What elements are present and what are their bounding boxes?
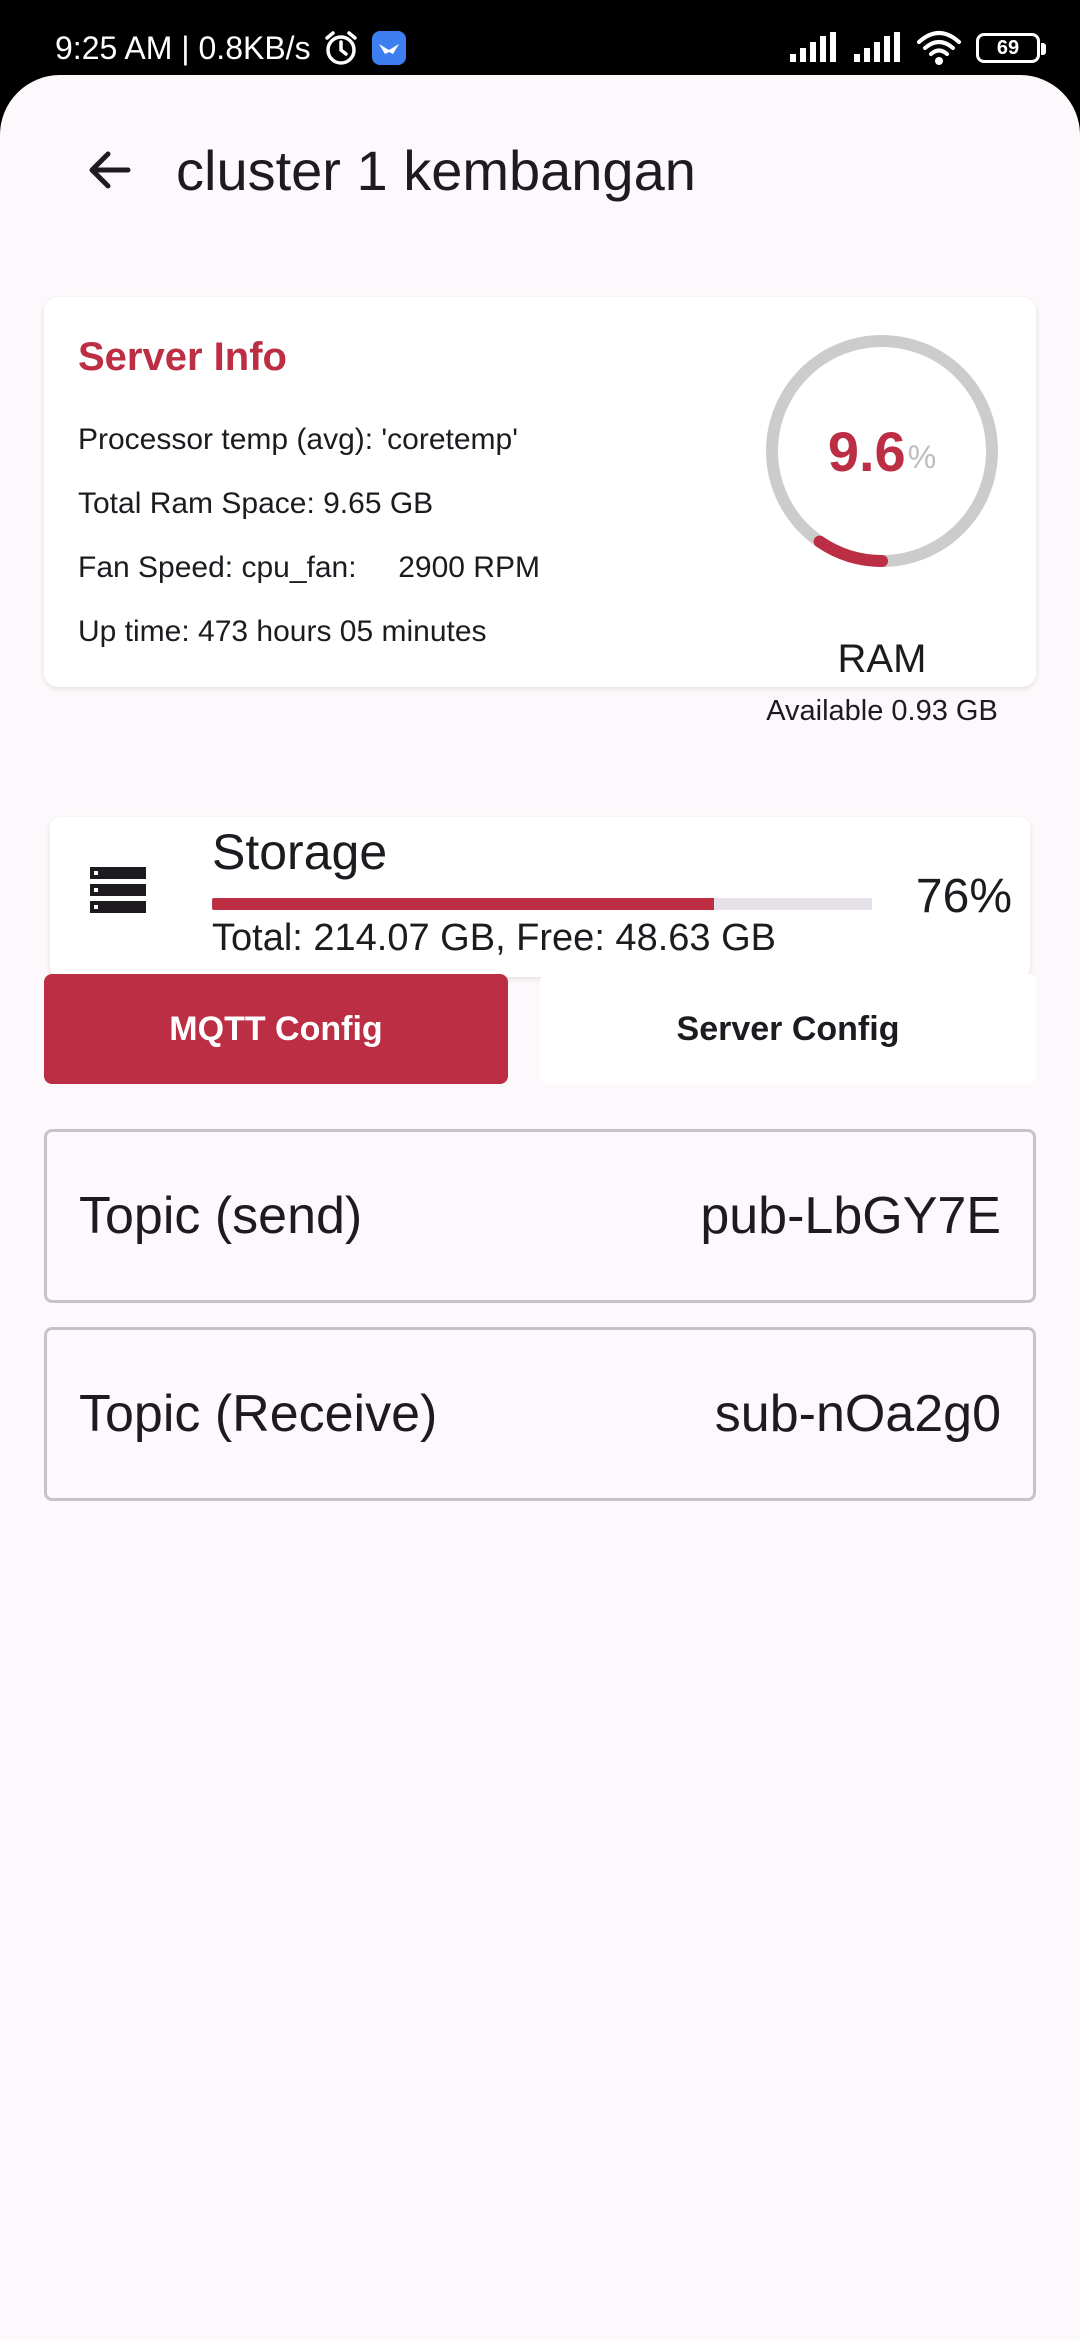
tab-mqtt-config[interactable]: MQTT Config xyxy=(44,974,508,1084)
server-info-title: Server Info xyxy=(78,335,287,379)
server-info-card: Server Info Processor temp (avg): 'coret… xyxy=(44,297,1036,727)
storage-detail: Total: 214.07 GB, Free: 48.63 GB xyxy=(212,917,776,959)
signal-icon xyxy=(790,32,836,62)
storage-title: Storage xyxy=(212,824,388,880)
page-title: cluster 1 kembangan xyxy=(176,139,696,202)
uptime-line: Up time: 473 hours 05 minutes xyxy=(78,615,487,648)
battery-icon: 69 xyxy=(976,33,1046,63)
tab-server-config[interactable]: Server Config xyxy=(540,974,1036,1084)
app-notification-icon xyxy=(371,31,406,65)
total-ram-line: Total Ram Space: 9.65 GB xyxy=(78,487,434,520)
alarm-icon xyxy=(324,31,357,65)
topic-receive-field[interactable]: Topic (Receive) sub-nOa2g0 xyxy=(44,1327,1036,1501)
storage-progress-bar xyxy=(212,898,872,910)
ram-available: Available 0.93 GB xyxy=(766,695,998,727)
processor-temp-line: Processor temp (avg): 'coretemp' xyxy=(78,423,518,456)
signal-icon xyxy=(854,32,900,62)
status-right: 69 xyxy=(788,26,1046,70)
ram-percent-value: 9.6 xyxy=(827,419,906,483)
ram-label: RAM xyxy=(837,637,927,681)
ram-gauge-value: 9.6 % xyxy=(754,323,1010,579)
topic-receive-value: sub-nOa2g0 xyxy=(714,1385,1001,1443)
topic-send-label: Topic (send) xyxy=(79,1187,363,1245)
ram-percent-unit: % xyxy=(907,438,937,475)
storage-progress-fill xyxy=(212,898,714,910)
fan-speed-line: Fan Speed: cpu_fan: 2900 RPM xyxy=(78,551,540,584)
topic-send-value: pub-LbGY7E xyxy=(700,1187,1001,1245)
topic-send-field[interactable]: Topic (send) pub-LbGY7E xyxy=(44,1129,1036,1303)
storage-card: Storage Total: 214.07 GB, Free: 48.63 GB… xyxy=(50,817,1030,977)
wifi-icon xyxy=(917,31,961,65)
app-bar: cluster 1 kembangan xyxy=(0,75,1080,255)
back-button[interactable] xyxy=(70,130,150,210)
app-screen: cluster 1 kembangan Server Info Processo… xyxy=(0,75,1080,2340)
battery-level: 69 xyxy=(996,36,1020,59)
status-time-speed: 9:25 AM | 0.8KB/s xyxy=(55,29,311,66)
topic-receive-label: Topic (Receive) xyxy=(79,1385,438,1443)
storage-percent: 76% xyxy=(915,870,1012,923)
storage-icon xyxy=(90,867,146,913)
arrow-left-icon xyxy=(89,151,131,189)
status-left: 9:25 AM | 0.8KB/s xyxy=(55,26,407,70)
